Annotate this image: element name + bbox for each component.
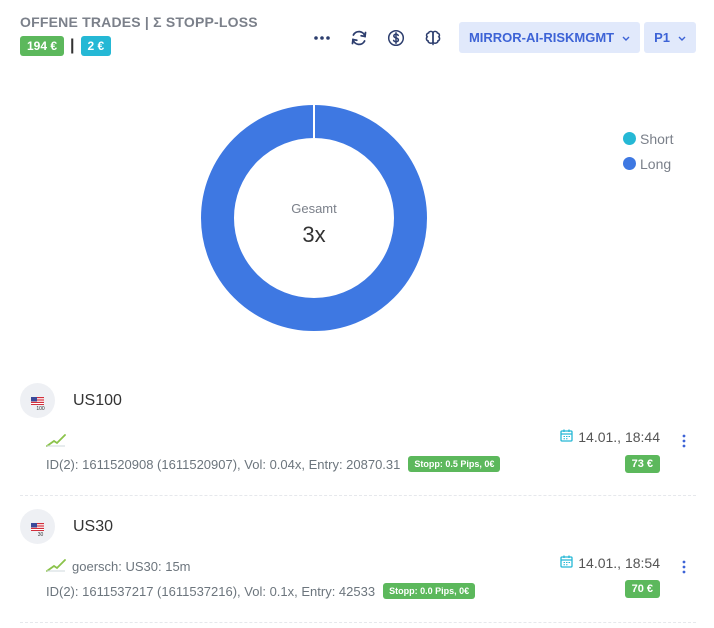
chevron-down-icon [622,33,630,43]
legend-label-long: Long [640,155,672,172]
trade-divider [20,622,696,623]
legend-item-short[interactable]: Short [623,126,673,151]
donut-center-label: Gesamt [291,201,337,216]
trend-up-icon [46,557,66,576]
trade-details-row: ID(2): 1611520908 (1611520907), Vol: 0.0… [46,456,501,472]
legend-dot-short [623,132,636,145]
portfolio-dropdown-label: P1 [654,30,670,45]
strategy-dropdown[interactable]: MIRROR-AI-RISKMGMT [458,22,641,53]
legend-label-short: Short [640,130,674,147]
donut-center-value: 3x [302,222,326,247]
refresh-icon[interactable] [348,27,370,49]
kebab-menu-icon[interactable] [680,559,688,575]
stop-loss-badge: 2 € [80,36,112,56]
badge-separator: | [70,37,75,54]
us-flag-icon: 30 [20,509,55,544]
trade-details: ID(2): 1611520908 (1611520907), Vol: 0.0… [46,456,401,472]
trade-pl-badge: 70 € [624,580,660,598]
legend-dot-long [623,157,636,170]
donut-slice-long[interactable] [201,105,427,331]
portfolio-dropdown[interactable]: P1 [644,22,696,53]
stop-badge: Stopp: 0.5 Pips, 0€ [408,456,501,472]
total-profit-badge: 194 € [20,36,65,56]
trade-details-row: ID(2): 1611537217 (1611537216), Vol: 0.1… [46,583,476,599]
summary-badges: 194 € | 2 € [20,36,258,56]
more-icon[interactable] [311,27,333,49]
positions-donut-chart [201,105,427,331]
page-title: OFFENE TRADES | Σ STOPP-LOSS [20,14,258,30]
trend-up-icon [46,432,66,451]
toolbar: MIRROR-AI-RISKMGMT P1 [311,22,696,53]
chart-legend: Short Long [623,126,673,176]
calendar-icon [560,555,578,571]
strategy-dropdown-label: MIRROR-AI-RISKMGMT [468,30,615,45]
trade-symbol: US100 [73,392,122,409]
trade-details: ID(2): 1611537217 (1611537216), Vol: 0.1… [46,583,376,599]
trade-symbol: US30 [73,518,114,535]
trade-pl-badge: 73 € [624,455,660,473]
trade-comment-row: goersch: US30: 15m [46,557,191,576]
us-flag-icon: 100 [20,383,55,418]
dollar-icon[interactable] [385,27,407,49]
trade-comment: goersch: US30: 15m [72,559,191,574]
chevron-down-icon [678,33,686,43]
trade-date-text: 14.01., 18:44 [578,429,660,445]
stop-badge: Stopp: 0.0 Pips, 0€ [383,583,476,599]
legend-item-long[interactable]: Long [623,151,673,176]
trade-comment-row [46,432,72,451]
flag-subtext: 100 [36,406,45,412]
kebab-menu-icon[interactable] [680,433,688,449]
trade-divider [20,495,696,496]
trade-date: 14.01., 18:44 [560,429,660,445]
trade-date: 14.01., 18:54 [560,555,660,571]
header: OFFENE TRADES | Σ STOPP-LOSS 194 € | 2 € [20,14,258,56]
brain-icon[interactable] [422,27,444,49]
trade-date-text: 14.01., 18:54 [578,555,660,571]
flag-subtext: 30 [38,532,44,538]
calendar-icon [560,429,578,445]
